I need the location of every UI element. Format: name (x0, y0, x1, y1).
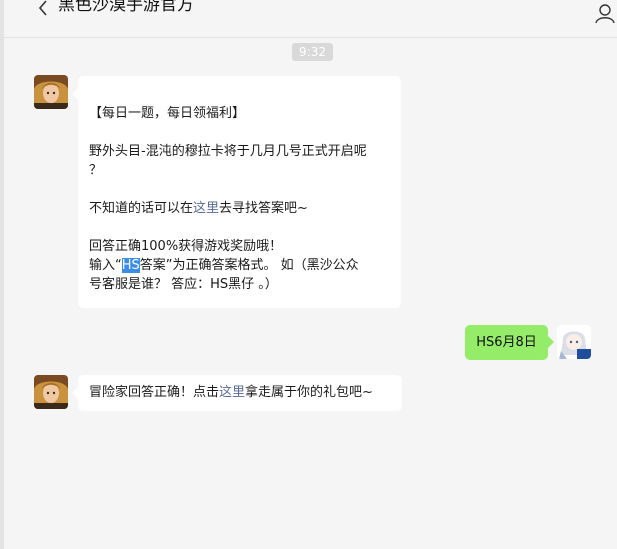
bubble-tail (548, 336, 554, 348)
bubble-tail (72, 88, 78, 100)
person-icon[interactable] (594, 2, 616, 24)
window-left-edge (0, 0, 4, 549)
sender-avatar[interactable] (34, 75, 68, 109)
gift-link[interactable]: 这里 (219, 385, 245, 400)
chat-title: 黑色沙漠手游官方 (58, 0, 194, 15)
hint-link[interactable]: 这里 (193, 201, 219, 216)
message-content: 【每日一题，每日领福利】 野外头目-混沌的穆拉卡将于几月几号正式开启呢 ？ 不知… (89, 104, 394, 294)
example-text: 号客服是谁？ 答应：HS黑仔 。） (89, 277, 278, 292)
question-mark: ？ (89, 163, 103, 178)
correct-text-pre: 冒险家回答正确！点击 (89, 385, 220, 400)
chat-header: 黑色沙漠手游官方 (4, 0, 617, 38)
hint-line: 不知道的话可以在这里去寻找答案吧~ (89, 199, 394, 218)
selected-text: HS (121, 258, 140, 273)
reply-text: HS6月8日 (476, 335, 537, 350)
hint-text-post: 去寻找答案吧~ (219, 201, 308, 216)
outgoing-message-bubble: HS6月8日 (465, 325, 554, 360)
bubble-tail (72, 387, 78, 399)
hint-text-pre: 不知道的话可以在 (89, 201, 194, 216)
format-text-post: 答案”为正确答案格式。 如（黑沙公众 (139, 258, 359, 273)
message-timestamp: 9:32 (292, 43, 333, 61)
format-text-pre: 输入“ (89, 258, 122, 273)
incoming-message-bubble: 冒险家回答正确！点击这里拿走属于你的礼包吧~ (72, 375, 402, 411)
message-content: 冒险家回答正确！点击这里拿走属于你的礼包吧~ (89, 383, 373, 402)
message-heading: 【每日一题，每日领福利】 (89, 106, 246, 121)
user-avatar[interactable] (557, 325, 591, 359)
correct-text-post: 拿走属于你的礼包吧~ (245, 385, 373, 400)
reward-text: 回答正确100%获得游戏奖励哦！ (89, 239, 283, 254)
question-text: 野外头目-混沌的穆拉卡将于几月几号正式开启呢 (89, 144, 367, 159)
chevron-left-icon[interactable] (34, 0, 54, 20)
sender-avatar[interactable] (34, 375, 68, 409)
incoming-message-bubble: 【每日一题，每日领福利】 野外头目-混沌的穆拉卡将于几月几号正式开启呢 ？ 不知… (72, 76, 401, 308)
format-line: 输入“HS答案”为正确答案格式。 如（黑沙公众 (89, 256, 394, 275)
